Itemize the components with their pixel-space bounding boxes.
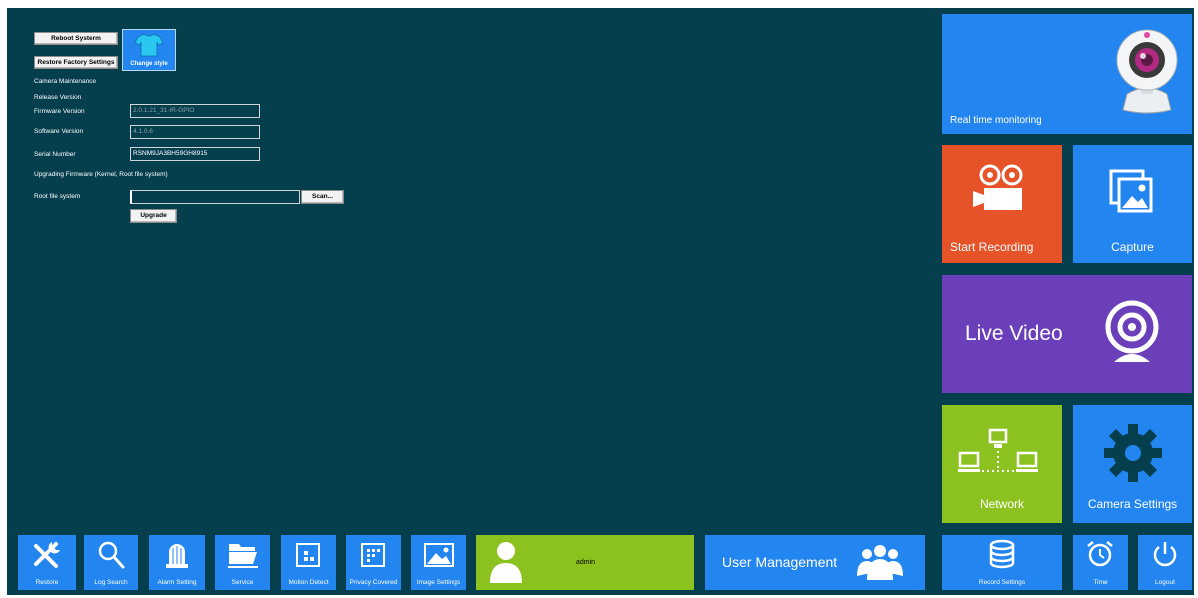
service-label: Service bbox=[231, 579, 254, 586]
tools-icon bbox=[34, 542, 60, 568]
privacy-covered-label: Privacy Covered bbox=[349, 579, 398, 586]
restore-factory-button[interactable]: Restore Factory Settings bbox=[34, 56, 118, 69]
service-tile[interactable]: Service bbox=[215, 535, 270, 590]
log-search-tile[interactable]: Log Search bbox=[84, 535, 138, 590]
user-account-tile[interactable]: admin bbox=[476, 535, 694, 590]
serial-number-field: RSNM9JA3BH59GH8915 bbox=[130, 147, 260, 161]
webcam-icon bbox=[1116, 29, 1178, 114]
time-tile[interactable]: Time bbox=[1073, 535, 1128, 590]
change-style-button[interactable]: Change style bbox=[122, 29, 176, 71]
time-label: Time bbox=[1093, 579, 1108, 586]
root-file-system-label: Root file system bbox=[34, 193, 81, 200]
logout-label: Logout bbox=[1155, 579, 1175, 586]
release-version-title: Release Version bbox=[34, 94, 82, 101]
folder-icon bbox=[228, 544, 258, 568]
gear-icon bbox=[1104, 424, 1162, 482]
scan-button[interactable]: Scan... bbox=[301, 190, 344, 204]
record-settings-label: Record Settings bbox=[978, 579, 1026, 586]
camera-settings-label: Camera Settings bbox=[1087, 497, 1178, 511]
live-video-tile[interactable]: Live Video bbox=[942, 275, 1192, 393]
network-icon bbox=[958, 428, 1038, 472]
users-group-icon bbox=[857, 545, 903, 580]
software-version-field: 4.1.0.6 bbox=[130, 125, 260, 139]
alarm-setting-tile[interactable]: Alarm Setting bbox=[149, 535, 205, 590]
restore-tile[interactable]: Restore bbox=[18, 535, 76, 590]
motion-grid-icon bbox=[296, 543, 320, 567]
log-search-label: Log Search bbox=[94, 579, 128, 586]
tshirt-icon bbox=[134, 33, 164, 57]
user-icon bbox=[490, 542, 522, 583]
serial-number-label: Serial Number bbox=[34, 151, 76, 158]
reboot-system-button[interactable]: Reboot Systerm bbox=[34, 32, 118, 45]
capture-label: Capture bbox=[1111, 240, 1154, 254]
restore-label: Restore bbox=[35, 579, 59, 586]
software-version-label: Software Version bbox=[34, 128, 84, 135]
camera-maintenance-title: Camera Maintenance bbox=[34, 78, 97, 85]
real-time-monitoring-label: Real time monitoring bbox=[950, 115, 1042, 126]
alarm-clock-icon bbox=[1087, 541, 1113, 567]
user-management-label: User Management bbox=[722, 554, 838, 570]
motion-detect-label: Motion Detect bbox=[288, 579, 329, 586]
start-recording-label: Start Recording bbox=[950, 240, 1034, 254]
firmware-version-field: 2.0.1.21_31-IR-GPIO bbox=[130, 104, 260, 118]
app-window: Reboot Systerm Restore Factory Settings … bbox=[0, 0, 1198, 598]
root-file-system-input[interactable] bbox=[130, 190, 300, 204]
upgrade-firmware-title: Upgrading Firmware (Kernel, Root file sy… bbox=[34, 171, 168, 178]
firmware-version-label: Firmware Version bbox=[34, 108, 85, 115]
video-camera-icon bbox=[973, 164, 1023, 210]
user-name: admin bbox=[576, 559, 596, 566]
privacy-covered-tile[interactable]: Privacy Covered bbox=[346, 535, 401, 590]
alarm-siren-icon bbox=[166, 544, 188, 568]
motion-detect-tile[interactable]: Motion Detect bbox=[281, 535, 336, 590]
camera-settings-tile[interactable]: Camera Settings bbox=[1073, 405, 1192, 523]
privacy-grid-icon bbox=[361, 543, 385, 567]
network-tile[interactable]: Network bbox=[942, 405, 1062, 523]
image-settings-label: Image Settings bbox=[416, 579, 461, 586]
image-settings-tile[interactable]: Image Settings bbox=[411, 535, 466, 590]
photo-gallery-icon bbox=[1109, 169, 1153, 213]
capture-tile[interactable]: Capture bbox=[1073, 145, 1192, 263]
image-icon bbox=[424, 543, 454, 567]
change-style-label: Change style bbox=[130, 61, 168, 67]
user-management-tile[interactable]: User Management bbox=[705, 535, 925, 590]
search-icon bbox=[98, 541, 125, 569]
webcam-icon bbox=[1105, 300, 1159, 362]
live-video-label: Live Video bbox=[965, 322, 1063, 345]
real-time-monitoring-tile[interactable]: Real time monitoring bbox=[942, 14, 1192, 134]
network-label: Network bbox=[979, 497, 1024, 511]
start-recording-tile[interactable]: Start Recording bbox=[942, 145, 1062, 263]
alarm-setting-label: Alarm Setting bbox=[157, 579, 197, 586]
upgrade-button[interactable]: Upgrade bbox=[130, 209, 177, 223]
record-settings-tile[interactable]: Record Settings bbox=[942, 535, 1062, 590]
logout-tile[interactable]: Logout bbox=[1138, 535, 1192, 590]
database-icon bbox=[989, 539, 1015, 569]
power-icon bbox=[1153, 542, 1177, 567]
